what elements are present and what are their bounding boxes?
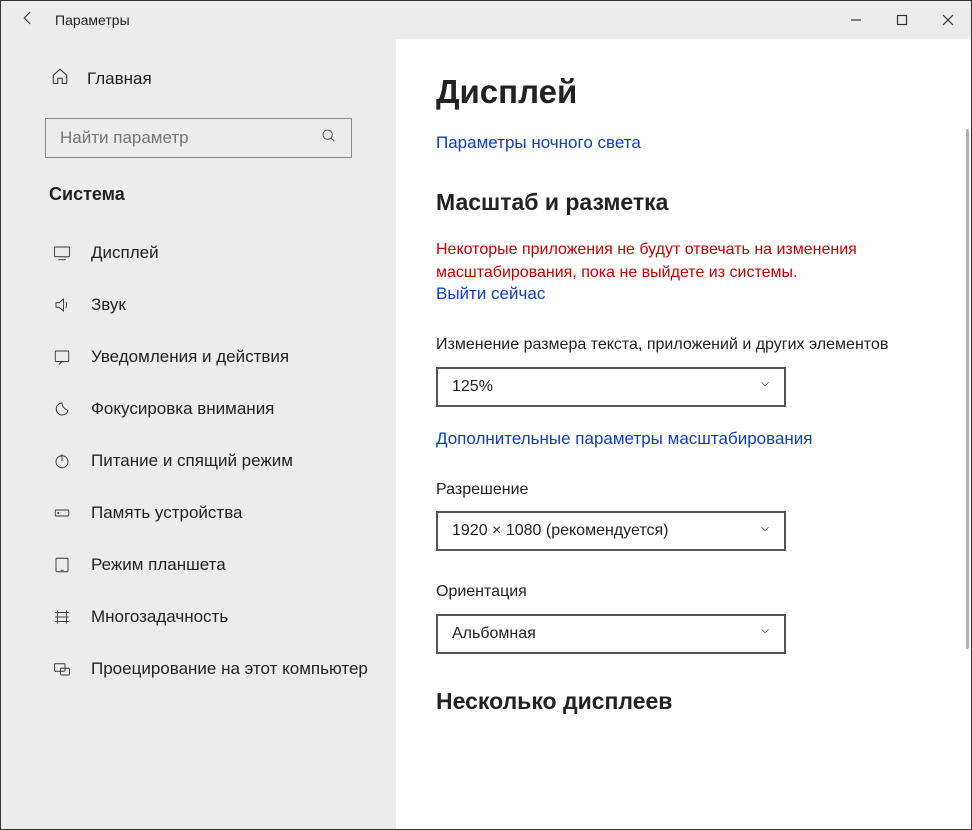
focus-icon (51, 400, 73, 418)
resolution-label: Разрешение (436, 479, 896, 501)
chevron-down-icon (758, 522, 772, 541)
category-header: Система (1, 158, 396, 215)
tablet-icon (51, 556, 73, 574)
scale-heading: Масштаб и разметка (436, 189, 947, 216)
night-light-link[interactable]: Параметры ночного света (436, 133, 641, 153)
sidebar-item-label: Звук (91, 295, 126, 315)
power-icon (51, 452, 73, 470)
sidebar-item-project[interactable]: Проецирование на этот компьютер (1, 643, 396, 695)
search-box[interactable] (45, 118, 352, 158)
titlebar: Параметры (1, 1, 971, 39)
sidebar-item-multitask[interactable]: Многозадачность (1, 591, 396, 643)
sidebar: Главная Система Дисплей Звук Уведомления… (1, 39, 396, 829)
sidebar-item-label: Многозадачность (91, 607, 228, 627)
scale-label: Изменение размера текста, приложений и д… (436, 334, 896, 356)
sidebar-item-label: Фокусировка внимания (91, 399, 274, 419)
project-icon (51, 660, 73, 678)
scale-dropdown[interactable]: 125% (436, 367, 786, 407)
resolution-dropdown-value: 1920 × 1080 (рекомендуется) (452, 522, 668, 540)
orientation-label: Ориентация (436, 581, 896, 603)
sidebar-item-notifications[interactable]: Уведомления и действия (1, 331, 396, 383)
orientation-dropdown[interactable]: Альбомная (436, 614, 786, 654)
multi-display-heading: Несколько дисплеев (436, 688, 947, 715)
sidebar-item-label: Память устройства (91, 503, 243, 523)
window-title: Параметры (55, 12, 833, 28)
minimize-button[interactable] (833, 1, 879, 39)
close-button[interactable] (925, 1, 971, 39)
maximize-button[interactable] (879, 1, 925, 39)
home-icon (51, 67, 69, 90)
sidebar-item-tablet[interactable]: Режим планшета (1, 539, 396, 591)
sidebar-item-label: Дисплей (91, 243, 159, 263)
multitask-icon (51, 608, 73, 626)
scrollbar[interactable] (966, 129, 969, 649)
display-icon (51, 244, 73, 262)
content-panel: Дисплей Параметры ночного света Масштаб … (396, 39, 971, 829)
sidebar-item-display[interactable]: Дисплей (1, 227, 396, 279)
notifications-icon (51, 348, 73, 366)
page-title: Дисплей (436, 73, 947, 111)
sidebar-item-storage[interactable]: Память устройства (1, 487, 396, 539)
storage-icon (51, 504, 73, 522)
sidebar-item-label: Уведомления и действия (91, 347, 289, 367)
home-label: Главная (87, 69, 152, 89)
sidebar-item-focus[interactable]: Фокусировка внимания (1, 383, 396, 435)
sound-icon (51, 296, 73, 314)
search-icon (321, 128, 343, 149)
sidebar-item-power[interactable]: Питание и спящий режим (1, 435, 396, 487)
signout-link[interactable]: Выйти сейчас (436, 284, 545, 304)
sidebar-item-label: Проецирование на этот компьютер (91, 659, 368, 679)
back-button[interactable] (1, 9, 55, 32)
chevron-down-icon (758, 624, 772, 643)
nav-list: Дисплей Звук Уведомления и действия Фоку… (1, 227, 396, 695)
scale-dropdown-value: 125% (452, 378, 493, 396)
sidebar-item-sound[interactable]: Звук (1, 279, 396, 331)
chevron-down-icon (758, 377, 772, 396)
resolution-dropdown[interactable]: 1920 × 1080 (рекомендуется) (436, 511, 786, 551)
scale-warning: Некоторые приложения не будут отвечать н… (436, 238, 916, 284)
search-input[interactable] (60, 128, 321, 148)
sidebar-item-label: Питание и спящий режим (91, 451, 293, 471)
orientation-dropdown-value: Альбомная (452, 625, 536, 643)
home-link[interactable]: Главная (1, 57, 396, 100)
advanced-scale-link[interactable]: Дополнительные параметры масштабирования (436, 429, 812, 449)
sidebar-item-label: Режим планшета (91, 555, 226, 575)
